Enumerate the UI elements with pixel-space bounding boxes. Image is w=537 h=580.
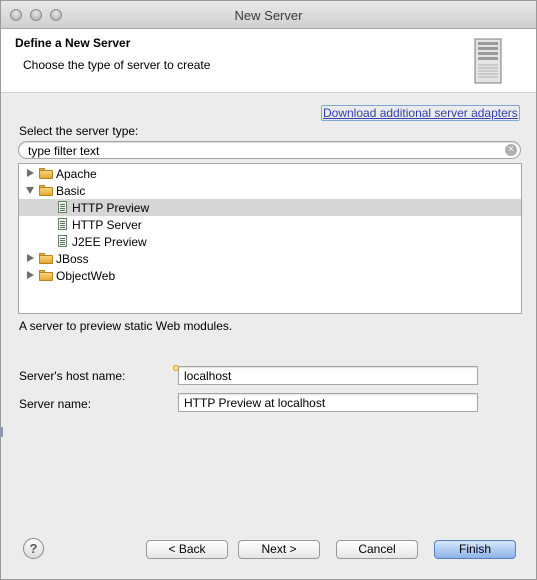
tree-item-label: JBoss — [56, 252, 89, 266]
help-button[interactable]: ? — [23, 538, 44, 559]
tree-item-label: ObjectWeb — [56, 269, 116, 283]
tree-item-http-server[interactable]: HTTP Server — [19, 216, 521, 233]
tree-item-label: HTTP Preview — [72, 201, 150, 215]
server-name-label: Server name: — [19, 397, 92, 411]
window-title: New Server — [234, 8, 303, 23]
server-type-label: Select the server type: — [19, 124, 139, 138]
folder-icon — [39, 185, 53, 196]
wizard-banner: Define a New Server Choose the type of s… — [1, 29, 536, 93]
server-document-icon — [58, 235, 67, 247]
tree-item-j2ee-preview[interactable]: J2EE Preview — [19, 233, 521, 250]
tree-item-label: Basic — [56, 184, 86, 198]
background-window-edge — [1, 427, 4, 437]
server-name-input[interactable] — [184, 396, 472, 410]
new-server-dialog: New Server Define a New Server Choose th… — [0, 0, 537, 580]
server-name-field[interactable] — [178, 393, 478, 412]
tree-item-basic[interactable]: Basic — [19, 182, 521, 199]
folder-icon — [39, 253, 53, 264]
cancel-button[interactable]: Cancel — [336, 540, 418, 559]
filter-field[interactable]: × — [18, 141, 521, 159]
tree-item-label: Apache — [56, 167, 97, 181]
tree-item-label: J2EE Preview — [72, 235, 147, 249]
collapse-arrow-icon[interactable] — [26, 187, 34, 194]
server-tower-icon — [474, 38, 502, 84]
folder-icon — [39, 270, 53, 281]
folder-icon — [39, 168, 53, 179]
finish-button[interactable]: Finish — [434, 540, 516, 559]
title-bar: New Server — [1, 1, 536, 29]
banner-description: Choose the type of server to create — [23, 58, 211, 72]
filter-input[interactable] — [28, 143, 498, 158]
download-adapters-link[interactable]: Download additional server adapters — [321, 105, 520, 121]
banner-title: Define a New Server — [15, 36, 131, 50]
host-name-input[interactable] — [184, 369, 472, 383]
server-type-tree[interactable]: Apache Basic HTTP Preview HTTP Server J2… — [18, 163, 522, 314]
tree-item-http-preview[interactable]: HTTP Preview — [19, 199, 521, 216]
back-button[interactable]: < Back — [146, 540, 228, 559]
tree-item-apache[interactable]: Apache — [19, 165, 521, 182]
tree-item-label: HTTP Server — [72, 218, 142, 232]
tree-item-objectweb[interactable]: ObjectWeb — [19, 267, 521, 284]
server-document-icon — [58, 218, 67, 230]
expand-arrow-icon[interactable] — [27, 169, 34, 177]
next-button[interactable]: Next > — [238, 540, 320, 559]
host-name-label: Server's host name: — [19, 369, 126, 383]
host-name-field[interactable] — [178, 366, 478, 385]
server-document-icon — [58, 201, 67, 213]
server-type-description: A server to preview static Web modules. — [19, 319, 233, 333]
expand-arrow-icon[interactable] — [27, 254, 34, 262]
expand-arrow-icon[interactable] — [27, 271, 34, 279]
tree-item-jboss[interactable]: JBoss — [19, 250, 521, 267]
clear-filter-icon[interactable]: × — [505, 144, 517, 156]
